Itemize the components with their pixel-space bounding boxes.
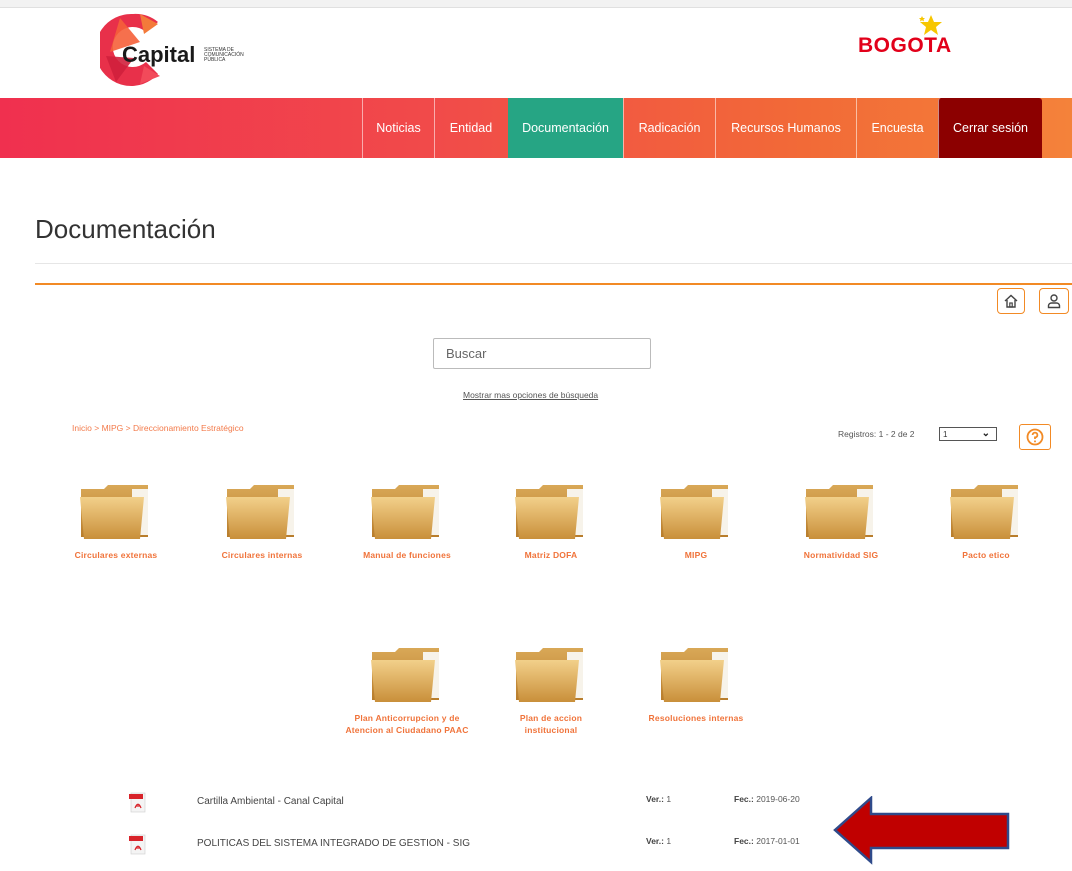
folder-item[interactable]: Matriz DOFA	[496, 483, 606, 561]
folder-icon	[658, 646, 734, 704]
folder-label: Circulares internas	[221, 550, 303, 560]
help-icon	[1026, 428, 1044, 446]
records-count: Registros: 1 - 2 de 2	[838, 429, 915, 439]
folder-label: Circulares externas	[74, 550, 158, 560]
orange-divider	[35, 283, 1072, 285]
home-button[interactable]	[997, 288, 1025, 314]
folder-item[interactable]: Resoluciones internas	[641, 646, 751, 724]
folder-item[interactable]: Circulares internas	[207, 483, 317, 561]
breadcrumb-item-inicio[interactable]: Inicio	[72, 423, 92, 433]
breadcrumb-separator: >	[125, 423, 131, 433]
folder-label: Manual de funciones	[363, 550, 451, 560]
folder-item[interactable]: Plan Anticorrupcion y de Atencion al Ciu…	[342, 646, 472, 736]
document-date: Fec.: 2019-06-20	[734, 794, 800, 804]
user-icon	[1047, 294, 1061, 309]
folder-icon	[78, 483, 154, 541]
document-version: Ver.: 1	[646, 794, 672, 804]
folder-item[interactable]: Circulares externas	[61, 483, 171, 561]
pdf-icon	[129, 834, 146, 855]
more-search-options-link[interactable]: Mostrar mas opciones de búsqueda	[463, 390, 598, 400]
folder-label: MIPG	[684, 550, 708, 560]
page-select-value: 1	[943, 429, 948, 439]
capital-logo[interactable]: Capital SISTEMA DE COMUNICACIÓN PÚBLICA	[100, 12, 244, 88]
user-button[interactable]	[1039, 288, 1069, 314]
nav-documentacion[interactable]: Documentación	[508, 98, 623, 158]
nav-encuesta[interactable]: Encuesta	[856, 98, 938, 158]
folder-item[interactable]: Normatividad SIG	[786, 483, 896, 561]
folder-icon	[948, 483, 1024, 541]
document-name[interactable]: Cartilla Ambiental - Canal Capital	[197, 796, 344, 807]
site-header: Capital SISTEMA DE COMUNICACIÓN PÚBLICA …	[0, 0, 1072, 98]
nav-noticias[interactable]: Noticias	[362, 98, 434, 158]
breadcrumb: Inicio > MIPG > Direccionamiento Estraté…	[72, 423, 244, 433]
main-navbar: Noticias Entidad Documentación Radicació…	[0, 98, 1072, 158]
page-title: Documentación	[35, 214, 216, 244]
capital-logo-subtitle: SISTEMA DE COMUNICACIÓN PÚBLICA	[204, 47, 244, 63]
folder-icon	[513, 483, 589, 541]
document-row[interactable]: POLITICAS DEL SISTEMA INTEGRADO DE GESTI…	[128, 833, 848, 857]
document-date: Fec.: 2017-01-01	[734, 836, 800, 846]
folder-item[interactable]: Plan de accion institucional	[496, 646, 606, 736]
folder-icon	[803, 483, 879, 541]
star-icon	[919, 15, 942, 35]
folder-label: Plan Anticorrupcion y de Atencion al Ciu…	[345, 713, 469, 735]
breadcrumb-separator: >	[94, 423, 100, 433]
folder-label: Plan de accion institucional	[519, 713, 583, 735]
folder-label: Pacto etico	[962, 550, 1010, 560]
help-button[interactable]	[1019, 424, 1051, 450]
folder-item[interactable]: Manual de funciones	[352, 483, 462, 561]
breadcrumb-item-mipg[interactable]: MIPG	[102, 423, 124, 433]
nav-entidad[interactable]: Entidad	[434, 98, 507, 158]
folder-icon	[658, 483, 734, 541]
folder-icon	[369, 483, 445, 541]
annotation-arrow-icon	[833, 796, 1010, 865]
breadcrumb-item-direccionamiento[interactable]: Direccionamiento Estratégico	[133, 423, 244, 433]
folder-icon	[369, 646, 445, 704]
header-top-strip	[0, 0, 1072, 8]
capital-logo-text: Capital	[122, 42, 196, 67]
nav-recursos-humanos[interactable]: Recursos Humanos	[715, 98, 856, 158]
folder-label: Matriz DOFA	[524, 550, 578, 560]
home-icon	[1004, 294, 1018, 308]
nav-cerrar-sesion[interactable]: Cerrar sesión	[938, 98, 1042, 158]
nav-radicacion[interactable]: Radicación	[623, 98, 715, 158]
document-name[interactable]: POLITICAS DEL SISTEMA INTEGRADO DE GESTI…	[197, 838, 470, 849]
folder-label: Resoluciones internas	[648, 713, 744, 723]
chevron-down-icon: ⌄	[981, 428, 990, 439]
document-version: Ver.: 1	[646, 836, 672, 846]
search-input[interactable]	[433, 338, 651, 369]
pdf-icon	[129, 792, 146, 813]
page-select[interactable]: 1 ⌄	[939, 427, 997, 441]
folder-icon	[224, 483, 300, 541]
folder-item[interactable]: MIPG	[641, 483, 751, 561]
folder-icon	[513, 646, 589, 704]
bogota-logo-text: BOGOTA	[858, 34, 952, 57]
folder-item[interactable]: Pacto etico	[931, 483, 1041, 561]
title-divider	[35, 263, 1072, 264]
bogota-logo[interactable]: BOGOTA	[858, 14, 958, 64]
document-row[interactable]: Cartilla Ambiental - Canal Capital Ver.:…	[128, 791, 848, 815]
folder-label: Normatividad SIG	[803, 550, 879, 560]
